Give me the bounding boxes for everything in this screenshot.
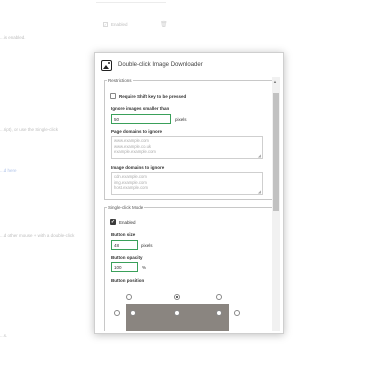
button-size-unit: pixels bbox=[141, 243, 153, 248]
button-size-input[interactable]: 48 bbox=[111, 240, 138, 250]
background-text-3: ...d other mouse + with a double-click bbox=[0, 233, 75, 238]
popup-scroll-area[interactable]: Restrictions Require Shift key to be pre… bbox=[98, 77, 280, 331]
single-click-enabled-checkbox[interactable]: ✓ bbox=[110, 219, 116, 225]
button-size-label: Button size bbox=[111, 232, 136, 237]
page-domains-textarea[interactable]: www.example.com www.example.co.uk exampl… bbox=[111, 136, 263, 159]
single-click-enabled-label: Enabled bbox=[119, 219, 136, 225]
position-preview bbox=[126, 304, 229, 331]
extension-popup: Double-click Image Downloader Restrictio… bbox=[94, 52, 284, 334]
background-text-4: ...s. bbox=[0, 333, 8, 338]
ignore-smaller-input[interactable]: 50 bbox=[111, 114, 171, 124]
position-radio-top-right[interactable] bbox=[216, 294, 222, 300]
button-position-picker bbox=[105, 292, 270, 331]
background-enabled-checkbox: ✓ bbox=[103, 22, 108, 27]
require-shift-row[interactable]: Require Shift key to be pressed bbox=[110, 93, 186, 99]
background-text-1: ...is enabled. bbox=[0, 35, 26, 40]
resize-grip-icon[interactable]: ◢ bbox=[258, 189, 261, 195]
image-icon bbox=[101, 59, 112, 71]
popup-title: Double-click Image Downloader bbox=[118, 62, 203, 68]
ignore-smaller-unit: pixels bbox=[175, 117, 187, 122]
background-enabled-row: ✓ Enabled bbox=[103, 22, 128, 27]
popup-header: Double-click Image Downloader bbox=[95, 53, 283, 77]
background-link: ...d here bbox=[0, 168, 17, 173]
restrictions-group: Restrictions Require Shift key to be pre… bbox=[104, 78, 274, 200]
position-radio-left-top[interactable] bbox=[114, 310, 120, 316]
button-position-label: Button position bbox=[111, 278, 145, 283]
background-input bbox=[96, 0, 166, 3]
position-radio-right-top[interactable] bbox=[234, 310, 240, 316]
image-domains-label: Image domains to ignore bbox=[111, 165, 165, 170]
page-domains-placeholder-3: example.example.com bbox=[114, 149, 156, 154]
position-radio-inner-top-left[interactable] bbox=[130, 310, 136, 316]
image-domains-textarea[interactable]: cdn.example.com img.example.com host.exa… bbox=[111, 172, 263, 195]
button-opacity-unit: % bbox=[142, 265, 147, 270]
page-domains-label: Page domains to ignore bbox=[111, 129, 163, 134]
position-radio-top-center[interactable] bbox=[174, 294, 180, 300]
button-opacity-input[interactable]: 100 bbox=[111, 262, 138, 272]
require-shift-label: Require Shift key to be pressed bbox=[119, 93, 187, 99]
background-text-2: ...ript), or use the Single-click bbox=[0, 127, 59, 132]
position-radio-inner-top-right[interactable] bbox=[216, 310, 222, 316]
single-click-enabled-row[interactable]: ✓ Enabled bbox=[110, 219, 136, 225]
ignore-smaller-label: Ignore images smaller than bbox=[111, 106, 170, 111]
scroll-up-icon[interactable]: ▲ bbox=[273, 79, 277, 84]
single-click-legend: Single-click Mode bbox=[108, 205, 144, 210]
button-opacity-label: Button opacity bbox=[111, 255, 143, 260]
single-click-group: Single-click Mode ✓ Enabled Button size … bbox=[104, 205, 274, 331]
position-radio-inner-top-center[interactable] bbox=[174, 310, 180, 316]
background-enabled-label: Enabled bbox=[111, 22, 128, 27]
scrollbar[interactable]: ▲ bbox=[272, 77, 280, 331]
trash-icon: 🗑 bbox=[160, 22, 168, 28]
position-radio-top-left[interactable] bbox=[126, 294, 132, 300]
restrictions-legend: Restrictions bbox=[108, 78, 132, 83]
require-shift-checkbox[interactable] bbox=[110, 93, 116, 99]
image-domains-placeholder-3: host.example.com bbox=[114, 185, 148, 190]
scrollbar-thumb[interactable] bbox=[273, 93, 279, 211]
resize-grip-icon[interactable]: ◢ bbox=[258, 153, 261, 159]
